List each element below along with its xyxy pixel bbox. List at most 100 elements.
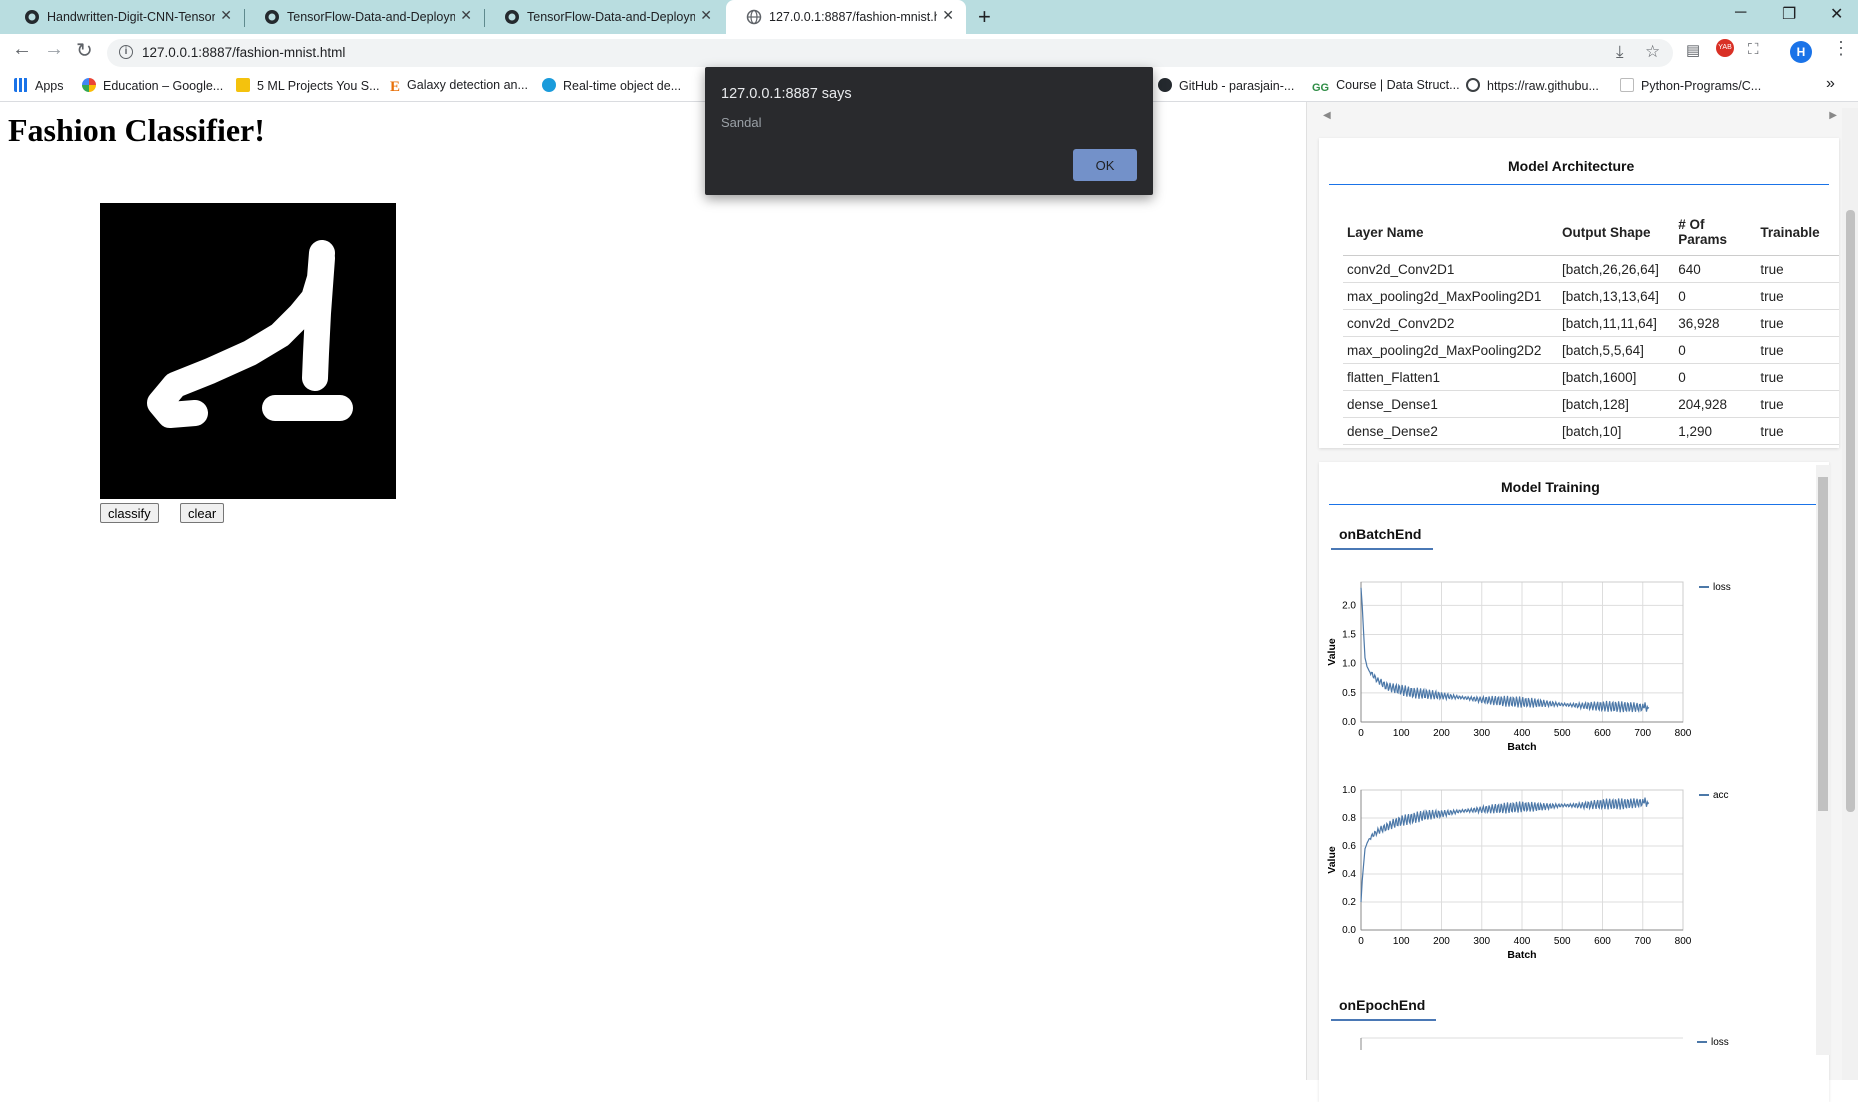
more-bookmarks-icon[interactable]: » [1826, 75, 1835, 93]
site-info-icon[interactable]: i [119, 45, 133, 59]
minimize-icon[interactable]: ─ [1735, 4, 1746, 22]
cell-layer-name: max_pooling2d_MaxPooling2D2 [1343, 336, 1559, 364]
bookmark-label: https://raw.githubu... [1487, 79, 1599, 93]
header-layer-name: Layer Name [1343, 213, 1559, 256]
x-tick-label: 800 [1675, 936, 1692, 947]
bookmark-item[interactable]: E Galaxy detection an... [390, 78, 528, 95]
section-underline [1331, 548, 1433, 550]
apps-grid-icon [14, 78, 28, 92]
tab-label: Handwritten-Digit-CNN-Tensorflo [47, 10, 215, 24]
e-logo-icon: E [390, 79, 401, 95]
legend-label: loss [1713, 582, 1731, 593]
section-underline [1331, 1019, 1436, 1021]
title-underline [1329, 504, 1819, 505]
y-tick-label: 1.0 [1342, 659, 1356, 670]
github-icon [1158, 78, 1172, 92]
clear-button[interactable]: clear [180, 503, 225, 523]
x-tick-label: 0 [1358, 936, 1364, 947]
series-line-acc [1360, 797, 1650, 903]
x-tick-label: 600 [1594, 728, 1611, 739]
cell-params: 0 [1674, 363, 1757, 391]
back-icon[interactable]: ← [12, 38, 32, 61]
tfvis-visor: ◀ ▶ Model Architecture Layer Name Output… [1306, 102, 1858, 1102]
bookmark-label: GitHub - parasjain-... [1179, 79, 1295, 93]
y-axis-label: Value [1326, 638, 1338, 666]
bookmark-label: Apps [35, 79, 64, 93]
table-row: conv2d_Conv2D1 [batch,26,26,64] 640 true [1343, 255, 1839, 283]
x-tick-label: 200 [1433, 936, 1450, 947]
model-architecture-card: Model Architecture Layer Name Output Sha… [1319, 138, 1839, 448]
training-title: Model Training [1501, 479, 1600, 495]
bookmark-item[interactable]: GitHub - parasjain-... [1158, 78, 1294, 93]
profile-avatar[interactable]: H [1790, 41, 1812, 63]
close-icon[interactable]: ✕ [700, 7, 712, 24]
tab-2[interactable]: TensorFlow-Data-and-Deployme ✕ [244, 0, 484, 34]
bookmark-item[interactable]: Python-Programs/C... [1620, 78, 1761, 93]
bookmark-apps[interactable]: Apps [14, 78, 64, 93]
bookmark-label: Course | Data Struct... [1336, 78, 1460, 92]
alert-message: Sandal [721, 115, 762, 130]
url-text[interactable]: 127.0.0.1:8887/fashion-mnist.html [142, 45, 345, 60]
adblock-extension-icon[interactable]: YAB [1716, 39, 1734, 57]
y-tick-label: 0.4 [1342, 869, 1356, 880]
address-bar[interactable]: i 127.0.0.1:8887/fashion-mnist.html ⤓ ☆ [107, 39, 1673, 67]
alert-ok-button[interactable]: OK [1073, 149, 1137, 181]
close-icon[interactable]: ✕ [220, 7, 232, 24]
screenshot-extension-icon[interactable]: ⛶ [1748, 41, 1759, 58]
table-row: max_pooling2d_MaxPooling2D1 [batch,13,13,… [1343, 282, 1839, 310]
tab-1[interactable]: Handwritten-Digit-CNN-Tensorflo ✕ [4, 0, 244, 34]
tab-label: TensorFlow-Data-and-Deployme [287, 10, 455, 24]
cell-layer-name: conv2d_Conv2D1 [1343, 255, 1559, 283]
title-underline [1329, 184, 1829, 185]
drawing-canvas[interactable] [100, 203, 396, 499]
x-tick-label: 300 [1473, 936, 1490, 947]
x-tick-label: 500 [1554, 728, 1571, 739]
y-tick-label: 0.2 [1342, 897, 1356, 908]
github-icon [505, 10, 519, 24]
bookmark-item[interactable]: 5 ML Projects You S... [236, 78, 380, 93]
cell-output-shape: [batch,26,26,64] [1558, 255, 1675, 283]
architecture-table: Layer Name Output Shape # Of Params Trai… [1343, 213, 1839, 445]
y-tick-label: 0.6 [1342, 841, 1356, 852]
y-axis-label: Value [1326, 846, 1338, 874]
alert-dialog: 127.0.0.1:8887 says Sandal OK [705, 67, 1153, 195]
page-scroll-thumb[interactable] [1846, 210, 1855, 812]
horizontal-scrollbar[interactable]: ◀ ▶ [1323, 110, 1837, 124]
classify-button[interactable]: classify [100, 503, 159, 523]
bookmark-item[interactable]: GG Course | Data Struct... [1312, 78, 1460, 96]
bookmark-item[interactable]: https://raw.githubu... [1466, 78, 1599, 93]
table-row: max_pooling2d_MaxPooling2D2 [batch,5,5,64… [1343, 336, 1839, 364]
cell-output-shape: [batch,13,13,64] [1558, 282, 1675, 310]
reload-icon[interactable]: ↻ [76, 38, 93, 63]
bookmark-item[interactable]: Education – Google... [82, 78, 223, 93]
forward-icon[interactable]: → [44, 38, 64, 61]
close-icon[interactable]: ✕ [942, 7, 954, 24]
google-icon [82, 78, 96, 92]
extension-icon[interactable]: ▤ [1686, 41, 1700, 59]
maximize-icon[interactable]: ❐ [1782, 4, 1796, 24]
scroll-left-icon[interactable]: ◀ [1323, 110, 1331, 121]
close-icon[interactable]: ✕ [460, 7, 472, 24]
cell-trainable: true [1756, 336, 1839, 364]
x-tick-label: 500 [1554, 936, 1571, 947]
x-tick-label: 300 [1473, 728, 1490, 739]
bookmark-item[interactable]: Real-time object de... [542, 78, 681, 93]
section-onepochend: onEpochEnd [1339, 997, 1426, 1013]
bookmark-star-icon[interactable]: ☆ [1645, 42, 1660, 62]
p-logo-icon [542, 78, 556, 92]
download-icon[interactable]: ⤓ [1616, 42, 1624, 62]
cell-trainable: true [1756, 282, 1839, 310]
alert-title: 127.0.0.1:8887 says [721, 86, 852, 102]
training-scroll-thumb[interactable] [1818, 477, 1828, 811]
tab-4-active[interactable]: 127.0.0.1:8887/fashion-mnist.htm ✕ [726, 0, 966, 34]
new-tab-button[interactable]: + [978, 4, 991, 30]
close-window-icon[interactable]: ✕ [1830, 4, 1843, 24]
menu-kebab-icon[interactable]: ⋮ [1832, 38, 1850, 59]
tab-3[interactable]: TensorFlow-Data-and-Deployme ✕ [484, 0, 724, 34]
x-tick-label: 100 [1393, 728, 1410, 739]
cell-layer-name: max_pooling2d_MaxPooling2D1 [1343, 282, 1559, 310]
globe-icon [746, 9, 762, 25]
x-tick-label: 700 [1634, 936, 1651, 947]
cell-params: 204,928 [1674, 390, 1757, 418]
scroll-right-icon[interactable]: ▶ [1829, 110, 1837, 121]
